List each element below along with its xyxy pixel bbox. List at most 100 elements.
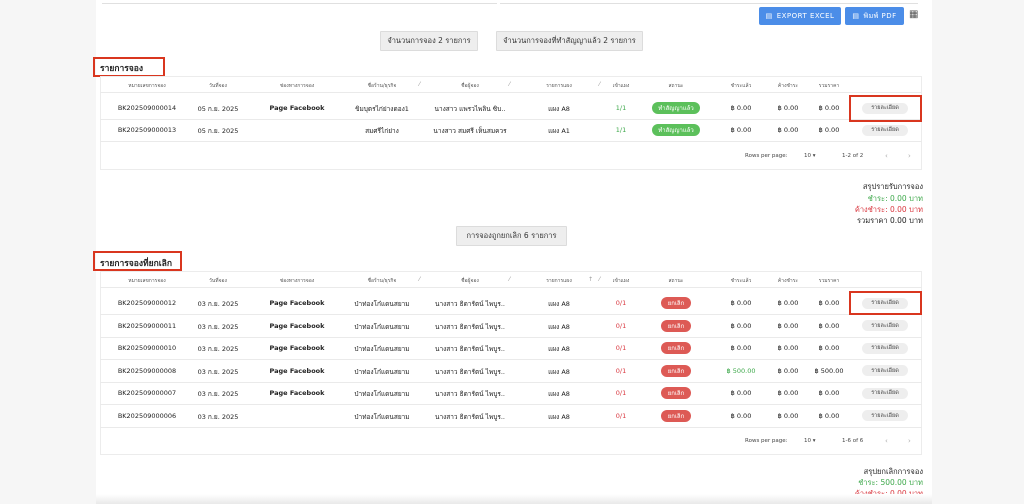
column-resize-icon[interactable]: ⁄: [509, 276, 510, 283]
header-divider: [100, 287, 922, 288]
column-header[interactable]: รายการแผง: [546, 277, 572, 285]
column-header[interactable]: เข้าแผง: [613, 82, 630, 90]
cell-total: ฿ 0.00: [818, 126, 840, 134]
sort-icon[interactable]: ↑: [588, 276, 593, 283]
cell-id: BK202509000006: [117, 411, 177, 420]
column-header[interactable]: หมายเลขการจอง: [128, 277, 165, 285]
next-page-icon[interactable]: ›: [908, 152, 911, 160]
cell-due: ฿ 0.00: [777, 126, 799, 134]
prev-page-icon[interactable]: ‹: [885, 437, 888, 445]
cell-name: นางสาว ธิดารัตน์ ไพบูร..: [435, 300, 505, 308]
bookings-summary-title: สรุปรายรับการจอง: [862, 182, 923, 191]
column-header[interactable]: รวมราคา: [819, 277, 839, 285]
cell-paid: ฿ 0.00: [730, 299, 752, 307]
cell-shop: ป่าท่องโก๋แดนสยาม: [354, 367, 410, 376]
column-header[interactable]: รายการแผง: [546, 82, 572, 90]
detail-button[interactable]: รายละเอียด: [862, 124, 908, 136]
column-header[interactable]: ชำระแล้ว: [731, 277, 752, 285]
rows-per-page-label: Rows per page:: [745, 438, 788, 444]
cell-date: 03 ก.ย. 2025: [197, 367, 239, 376]
status-badge: ยกเลิก: [661, 387, 691, 399]
cell-paid: ฿ 0.00: [730, 321, 752, 330]
row-divider: [100, 141, 922, 142]
column-header[interactable]: ชื่อร้าน/ธุรกิจ: [368, 82, 397, 90]
filter-field-left[interactable]: [102, 0, 497, 4]
cell-channel: Page Facebook: [269, 344, 325, 352]
status-badge: ยกเลิก: [661, 297, 691, 309]
column-header[interactable]: ช่องทางการจอง: [280, 277, 314, 285]
cell-stall: แผง A8: [548, 367, 570, 376]
cell-due: ฿ 0.00: [777, 389, 799, 397]
cell-name: นางสาว ธิดารัตน์ ไพบูร..: [435, 412, 505, 421]
cancelled-count-pill: การจองถูกยกเลิก 6 รายการ: [456, 226, 567, 246]
cell-enter: 1/1: [615, 104, 627, 112]
bottom-fade: [96, 494, 932, 504]
cell-id: BK202509000007: [117, 389, 177, 397]
status-badge: ยกเลิก: [661, 409, 691, 422]
cell-due: ฿ 0.00: [777, 321, 799, 330]
column-header[interactable]: วันที่จอง: [209, 277, 227, 285]
rows-per-page-select[interactable]: 10 ▾: [804, 153, 816, 159]
column-header[interactable]: ชื่อร้าน/ธุรกิจ: [368, 277, 397, 285]
prev-page-icon[interactable]: ‹: [885, 152, 888, 160]
next-page-icon[interactable]: ›: [908, 437, 911, 445]
cell-shop: ขิมบุตรไก่ย่างดอง1: [355, 105, 409, 113]
cell-shop: ป่าท่องโก๋แดนสยาม: [354, 300, 410, 308]
column-header[interactable]: หมายเลขการจอง: [128, 82, 165, 90]
column-header[interactable]: เข้าแผง: [613, 277, 630, 285]
column-header[interactable]: ชื่อผู้จอง: [461, 82, 479, 90]
cell-enter: 0/1: [615, 411, 627, 420]
cell-paid: ฿ 0.00: [730, 104, 752, 112]
status-badge: ทำสัญญาแล้ว: [652, 124, 700, 136]
cell-total: ฿ 0.00: [818, 344, 840, 352]
detail-button[interactable]: รายละเอียด: [862, 387, 908, 399]
cell-paid: ฿ 0.00: [730, 126, 752, 134]
cell-date: 03 ก.ย. 2025: [197, 322, 239, 331]
chevron-down-icon: ▾: [812, 438, 816, 444]
cell-date: 03 ก.ย. 2025: [197, 412, 239, 421]
export-pdf-button[interactable]: ▤ พิมพ์ PDF: [845, 7, 904, 25]
left-gutter: [0, 0, 96, 504]
column-header[interactable]: ค้างชำระ: [778, 82, 798, 90]
detail-button[interactable]: รายละเอียด: [862, 410, 908, 421]
cell-paid: ฿ 0.00: [730, 344, 752, 352]
column-resize-icon[interactable]: ⁄: [509, 81, 510, 88]
cell-total: ฿ 0.00: [818, 411, 840, 420]
row-divider: [100, 426, 922, 428]
rows-per-page-label: Rows per page:: [745, 153, 788, 159]
cell-id: BK202509000013: [117, 126, 177, 134]
column-header[interactable]: ค้างชำระ: [778, 277, 798, 285]
column-header[interactable]: สถานะ: [669, 277, 684, 285]
detail-button[interactable]: รายละเอียด: [862, 365, 908, 376]
column-resize-icon[interactable]: ⁄: [599, 81, 600, 88]
cell-due: ฿ 0.00: [777, 366, 799, 375]
cell-id: BK202509000011: [117, 321, 177, 330]
column-header[interactable]: ช่องทางการจอง: [280, 82, 314, 90]
column-header[interactable]: ชำระแล้ว: [731, 82, 752, 90]
status-badge: ยกเลิก: [661, 319, 691, 332]
column-resize-icon[interactable]: ⁄: [599, 276, 600, 283]
column-resize-icon[interactable]: ⁄: [419, 81, 420, 88]
status-badge: ยกเลิก: [661, 364, 691, 377]
cell-due: ฿ 0.00: [777, 411, 799, 420]
cell-shop: ป่าท่องโก๋แดนสยาม: [354, 390, 410, 398]
detail-button[interactable]: รายละเอียด: [862, 320, 908, 331]
table-settings-icon[interactable]: ▦: [909, 9, 920, 20]
header-divider: [100, 92, 922, 93]
column-header[interactable]: วันที่จอง: [209, 82, 227, 90]
rows-per-page-select[interactable]: 10 ▾: [804, 438, 816, 444]
cell-stall: แผง A8: [548, 105, 570, 113]
export-excel-button[interactable]: ▤ EXPORT EXCEL: [759, 7, 841, 25]
column-header[interactable]: รวมราคา: [819, 82, 839, 90]
cell-date: 03 ก.ย. 2025: [197, 300, 239, 308]
column-header[interactable]: ชื่อผู้จอง: [461, 277, 479, 285]
column-resize-icon[interactable]: ⁄: [419, 276, 420, 283]
filter-field-right[interactable]: [500, 0, 918, 4]
cell-name: นางสาว ธิดารัตน์ ไพบูร..: [435, 390, 505, 398]
cell-channel: Page Facebook: [269, 299, 325, 307]
cell-paid: ฿ 0.00: [730, 411, 752, 420]
detail-button[interactable]: รายละเอียด: [862, 342, 908, 354]
right-gutter: [932, 0, 1024, 504]
column-header[interactable]: สถานะ: [669, 82, 684, 90]
cell-name: นางสาว ธิดารัตน์ ไพบูร..: [435, 367, 505, 376]
